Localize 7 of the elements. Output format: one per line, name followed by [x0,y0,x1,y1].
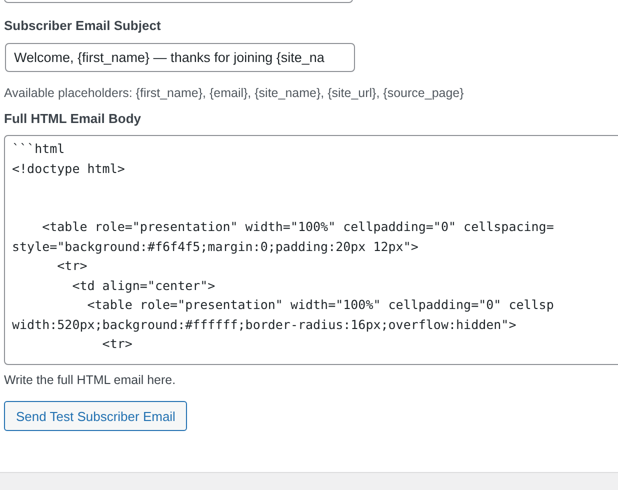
help-text: Write the full HTML email here. [4,373,177,387]
html-body-field[interactable]: ```html <!doctype html> <table role="presentation" width="100%" cellpadding="0" cellspacing= style="background:#f6f4f5;margin:0;padding:20px 12px"> <tr> <td align="center"> <table role="presentation" width="100%" cellpadding="0" cellsp width:520px;background:#ffffff;border-radius:16px;overflow:hidden"> <tr> [4,135,618,365]
field-label: Full HTML Email Body [4,111,142,126]
send-test-button[interactable]: Send Test Subscriber Email [4,401,188,431]
subject-field[interactable]: Welcome, {first_name} — thanks for joining {site_na [5,43,355,72]
field-label: Subscriber Email Subject [4,18,162,33]
help-text: Available placeholders: {first_name}, {email}, {site_name}, {site_url}, {source_page} [4,86,465,100]
